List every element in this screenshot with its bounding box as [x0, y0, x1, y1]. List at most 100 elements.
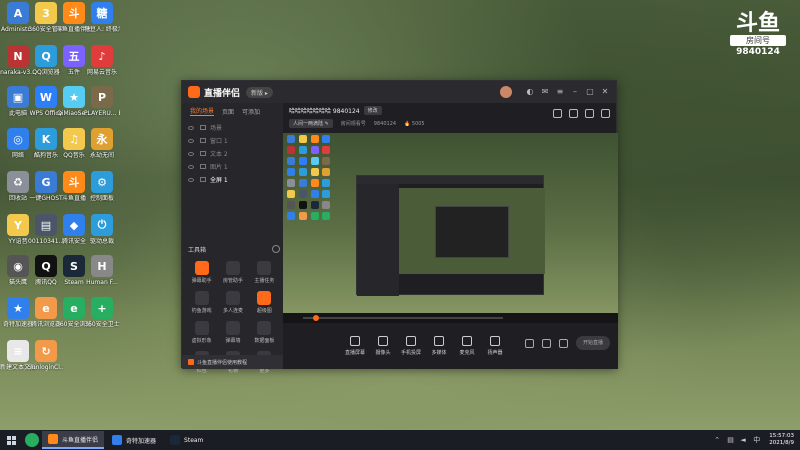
- eye-icon[interactable]: [188, 177, 194, 182]
- source-control[interactable]: 手机投屏: [397, 336, 425, 356]
- message-icon[interactable]: ✉: [540, 87, 550, 97]
- preview-icon: [310, 190, 319, 198]
- tool-item[interactable]: 虚拟形象: [186, 321, 217, 344]
- preview-icon: [310, 212, 319, 220]
- tool-item[interactable]: 弹幕墙: [217, 321, 248, 344]
- preview-icon: [310, 146, 319, 154]
- desktop-icon-image: ▣: [7, 86, 29, 108]
- taskbar-task[interactable]: 奇特加速器: [106, 431, 162, 449]
- preview-icon: [322, 179, 331, 187]
- tool-item[interactable]: 多人连麦: [217, 291, 248, 314]
- settings-icon[interactable]: [601, 109, 610, 118]
- version-badge[interactable]: 新版 ▸: [246, 86, 273, 98]
- preview-timeline[interactable]: [283, 313, 618, 323]
- tool-item[interactable]: 数据面板: [249, 321, 280, 344]
- taskbar-app-icon: [170, 435, 181, 445]
- scene-icon: [200, 164, 206, 169]
- desktop-icon-image: Y: [7, 214, 29, 236]
- desktop-icon[interactable]: +360安全卫士: [84, 297, 120, 328]
- scene-item[interactable]: 文本 2: [188, 147, 277, 160]
- tab-addable[interactable]: 可添加: [242, 107, 260, 116]
- notification-icon[interactable]: [585, 109, 594, 118]
- start-live-button[interactable]: 开始直播: [576, 336, 610, 350]
- tool-item[interactable]: 弹幕助手: [186, 261, 217, 284]
- source-control[interactable]: 多媒体: [425, 336, 453, 356]
- preview-icon: [310, 179, 319, 187]
- preview-icon: [322, 212, 331, 220]
- eye-icon[interactable]: [188, 138, 194, 143]
- visibility-icon[interactable]: [542, 338, 551, 348]
- tool-icon: [225, 261, 240, 275]
- source-control[interactable]: 直播屏幕: [341, 336, 369, 356]
- preview-icon: [287, 146, 295, 154]
- source-control[interactable]: 扬声器: [481, 336, 509, 356]
- desktop-icon[interactable]: ⏻ 驱动总裁: [84, 214, 120, 245]
- desktop-icon-image: P: [91, 86, 113, 108]
- scene-item[interactable]: 图片 1: [188, 160, 277, 173]
- menu-icon[interactable]: ≡: [555, 87, 565, 97]
- tray-chevron-icon[interactable]: ⌃: [714, 436, 722, 444]
- ime-icon[interactable]: 中: [753, 436, 761, 444]
- main-area: 哈哈哈哈哈哈哈 9840124 修改 人间一两滴陆 ✎ 房间观看号 984012…: [283, 103, 618, 369]
- stream-settings-icon[interactable]: [559, 338, 568, 348]
- source-control[interactable]: 摄像头: [369, 336, 397, 356]
- share-icon[interactable]: [569, 109, 578, 118]
- scene-label: 全屏 1: [210, 177, 228, 184]
- scene-item[interactable]: 窗口 1: [188, 134, 277, 147]
- scene-item[interactable]: 场景: [188, 121, 277, 134]
- desktop-icon-image: +: [91, 297, 113, 319]
- start-button[interactable]: [0, 430, 22, 450]
- desktop-icon[interactable]: 永永劫无间: [84, 128, 120, 159]
- 360-browser-icon[interactable]: [25, 433, 39, 447]
- tool-item[interactable]: 钓鱼游戏: [186, 291, 217, 314]
- stream-preview[interactable]: [283, 133, 618, 323]
- close-icon[interactable]: ✕: [600, 87, 610, 97]
- record-icon[interactable]: [525, 338, 534, 348]
- desktop-icon[interactable]: P PLAYERU... BATTLEGR...: [84, 86, 120, 117]
- preview-icon: [322, 157, 331, 165]
- user-avatar[interactable]: [500, 86, 512, 98]
- toolbox-settings-icon[interactable]: [272, 245, 280, 253]
- minimize-icon[interactable]: –: [570, 87, 580, 97]
- scene-item[interactable]: 全屏 1: [188, 173, 277, 186]
- tab-pages[interactable]: 页面: [222, 107, 234, 116]
- tool-item[interactable]: 房管助手: [217, 261, 248, 284]
- category-button[interactable]: 人间一两滴陆 ✎: [289, 119, 333, 128]
- desktop-icon-label: 网易云音乐: [86, 69, 117, 76]
- tool-item[interactable]: 超级图: [249, 291, 280, 314]
- watermark-room-label: 房间号: [730, 35, 786, 46]
- desktop-icon-image: N: [7, 45, 29, 67]
- eye-icon[interactable]: [188, 151, 194, 156]
- desktop-icon[interactable]: ↻ SunloginCl...: [28, 340, 64, 371]
- clock[interactable]: 15:57:03 2021/8/9: [769, 433, 794, 447]
- edit-title-button[interactable]: 修改: [363, 106, 382, 115]
- tab-my-scenes[interactable]: 我的场景: [190, 106, 215, 116]
- preview-icon: [322, 201, 331, 209]
- network-icon[interactable]: ▤: [727, 436, 735, 444]
- taskbar-task[interactable]: 斗鱼直播伴侣: [42, 431, 105, 449]
- desktop-icon-image: ▤: [35, 214, 57, 236]
- gift-icon[interactable]: [553, 109, 562, 118]
- maximize-icon[interactable]: ▢: [585, 87, 595, 97]
- eye-icon[interactable]: [188, 125, 194, 130]
- taskbar-task[interactable]: Steam: [164, 431, 209, 449]
- taskbar-tasks: 斗鱼直播伴侣 奇特加速器 Steam: [42, 431, 211, 449]
- desktop-icon[interactable]: ♪ 网易云音乐: [84, 45, 120, 76]
- desktop-icon[interactable]: 糖糖豆人: 终极淘汰赛: [84, 2, 120, 33]
- taskbar-task-label: 斗鱼直播伴侣: [62, 436, 99, 444]
- desktop-icon[interactable]: H Human F...: [84, 255, 120, 286]
- eye-icon[interactable]: [188, 164, 194, 169]
- desktop-icon-image: ◎: [7, 128, 29, 150]
- tutorial-link[interactable]: 斗鱼直播伴侣使用教程: [182, 355, 283, 369]
- sidebar-tabs: 我的场景 页面 可添加: [182, 103, 283, 119]
- timeline-handle[interactable]: [313, 315, 319, 321]
- skin-icon[interactable]: ◐: [525, 87, 535, 97]
- source-control[interactable]: 麦克风: [453, 336, 481, 356]
- tool-label: 弹幕墙: [225, 338, 241, 344]
- preview-icon: [310, 157, 319, 165]
- room-title: 哈哈哈哈哈哈哈 9840124: [289, 108, 360, 115]
- desktop-icon[interactable]: ⚙ 控制面板: [84, 171, 120, 202]
- tool-item[interactable]: 主播任务: [249, 261, 280, 284]
- desktop-icon-image: ◉: [7, 255, 29, 277]
- volume-icon[interactable]: ◄: [740, 436, 748, 444]
